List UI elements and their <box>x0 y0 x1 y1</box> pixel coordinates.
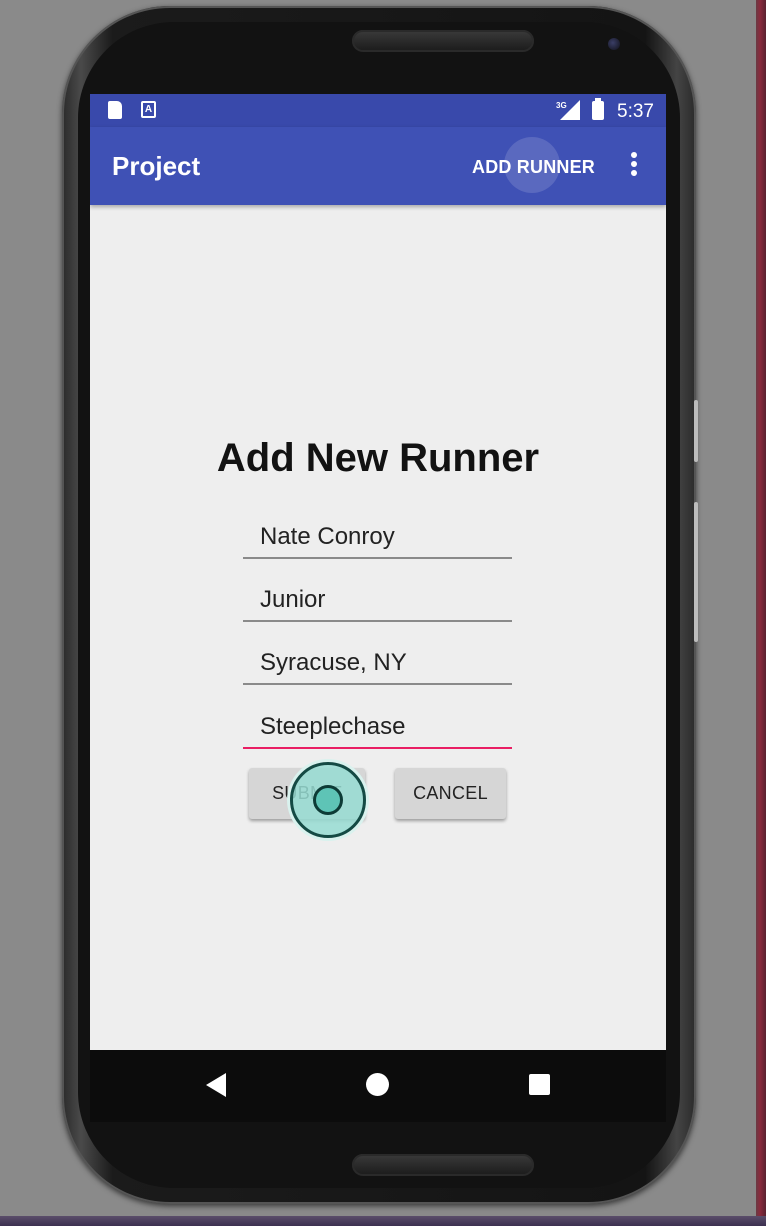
status-bar: A 3G 5:37 <box>90 94 666 127</box>
front-camera-icon <box>608 38 620 50</box>
touch-pointer-indicator <box>290 762 366 838</box>
bottom-speaker-grille <box>352 1154 534 1176</box>
runner-event-input[interactable] <box>260 713 505 741</box>
runner-year-input[interactable] <box>260 586 505 614</box>
status-time: 5:37 <box>617 101 654 122</box>
runner-year-field[interactable] <box>243 578 512 622</box>
power-button[interactable] <box>694 400 698 462</box>
more-vert-icon[interactable] <box>628 152 640 180</box>
desktop-background: A 3G 5:37 Project ADD RUNNER Add New Run… <box>0 0 766 1226</box>
back-triangle-icon[interactable] <box>206 1073 226 1097</box>
runner-name-input[interactable] <box>260 523 505 551</box>
form-title: Add New Runner <box>216 436 540 480</box>
network-type-label: 3G <box>556 101 567 110</box>
runner-hometown-field[interactable] <box>243 641 512 685</box>
app-toolbar: Project ADD RUNNER <box>90 127 666 205</box>
cell-signal-icon: 3G <box>556 100 580 120</box>
runner-event-field[interactable] <box>243 705 512 749</box>
system-nav-bar <box>90 1050 666 1122</box>
volume-rocker[interactable] <box>694 502 698 642</box>
desktop-wallpaper-edge <box>756 0 766 1226</box>
device-screen: A 3G 5:37 Project ADD RUNNER Add New Run… <box>90 94 666 1050</box>
top-speaker-grille <box>352 30 534 52</box>
battery-charging-icon <box>592 98 604 120</box>
cancel-button[interactable]: CANCEL <box>395 768 506 819</box>
a-notification-icon: A <box>141 101 156 118</box>
runner-hometown-input[interactable] <box>260 649 505 677</box>
sd-card-icon <box>108 101 122 119</box>
home-circle-icon[interactable] <box>366 1073 389 1096</box>
runner-name-field[interactable] <box>243 515 512 559</box>
desktop-taskbar-edge <box>0 1216 766 1226</box>
add-runner-action[interactable]: ADD RUNNER <box>472 157 595 178</box>
app-title: Project <box>112 151 201 181</box>
recents-square-icon[interactable] <box>529 1074 550 1095</box>
